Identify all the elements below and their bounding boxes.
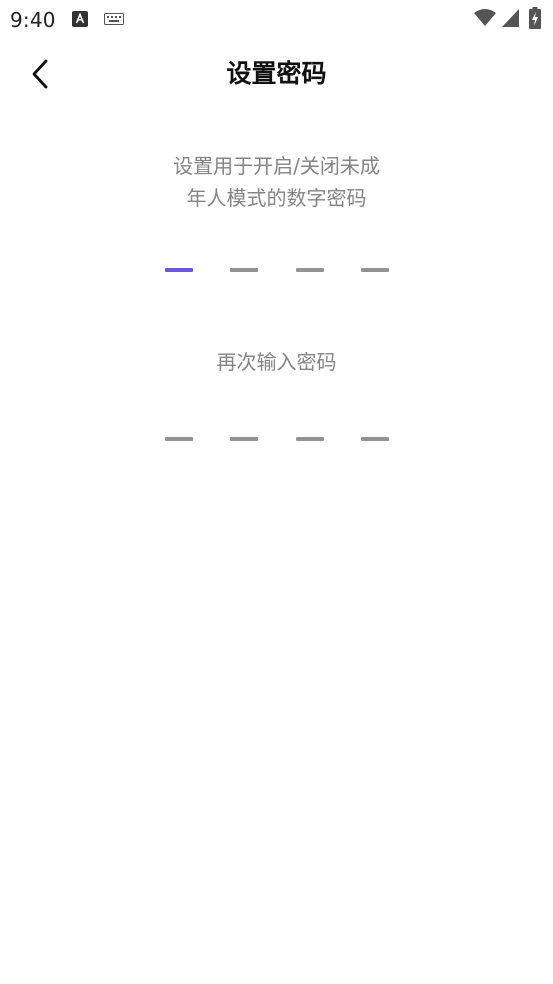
instruction-line-1: 设置用于开启/关闭未成	[173, 154, 380, 178]
confirm-pin-slot-4[interactable]	[360, 437, 389, 441]
confirm-pin-slot-2[interactable]	[230, 437, 259, 441]
page-title: 设置密码	[226, 59, 327, 88]
battery-charging-icon	[529, 7, 541, 29]
pin-slot-1[interactable]	[165, 268, 193, 272]
text-input-icon	[72, 11, 88, 27]
confirm-pin-slot-3[interactable]	[295, 437, 324, 441]
status-time: 9:40	[10, 8, 56, 32]
instruction-line-2: 年人模式的数字密码	[186, 186, 367, 210]
pin-slot-3[interactable]	[295, 268, 324, 272]
pin-input-first[interactable]	[165, 268, 389, 272]
pin-slot-2[interactable]	[230, 268, 259, 272]
status-bar: 9:40	[0, 0, 553, 36]
keyboard-icon	[104, 13, 124, 25]
pin-slot-4[interactable]	[360, 268, 389, 272]
instruction-text: 设置用于开启/关闭未成 年人模式的数字密码	[0, 150, 553, 214]
signal-icon	[502, 9, 519, 27]
repeat-password-label: 再次输入密码	[216, 350, 337, 374]
header: 设置密码	[0, 40, 553, 104]
pin-input-confirm[interactable]	[165, 437, 389, 441]
wifi-icon	[474, 9, 496, 26]
confirm-pin-slot-1[interactable]	[165, 437, 193, 441]
